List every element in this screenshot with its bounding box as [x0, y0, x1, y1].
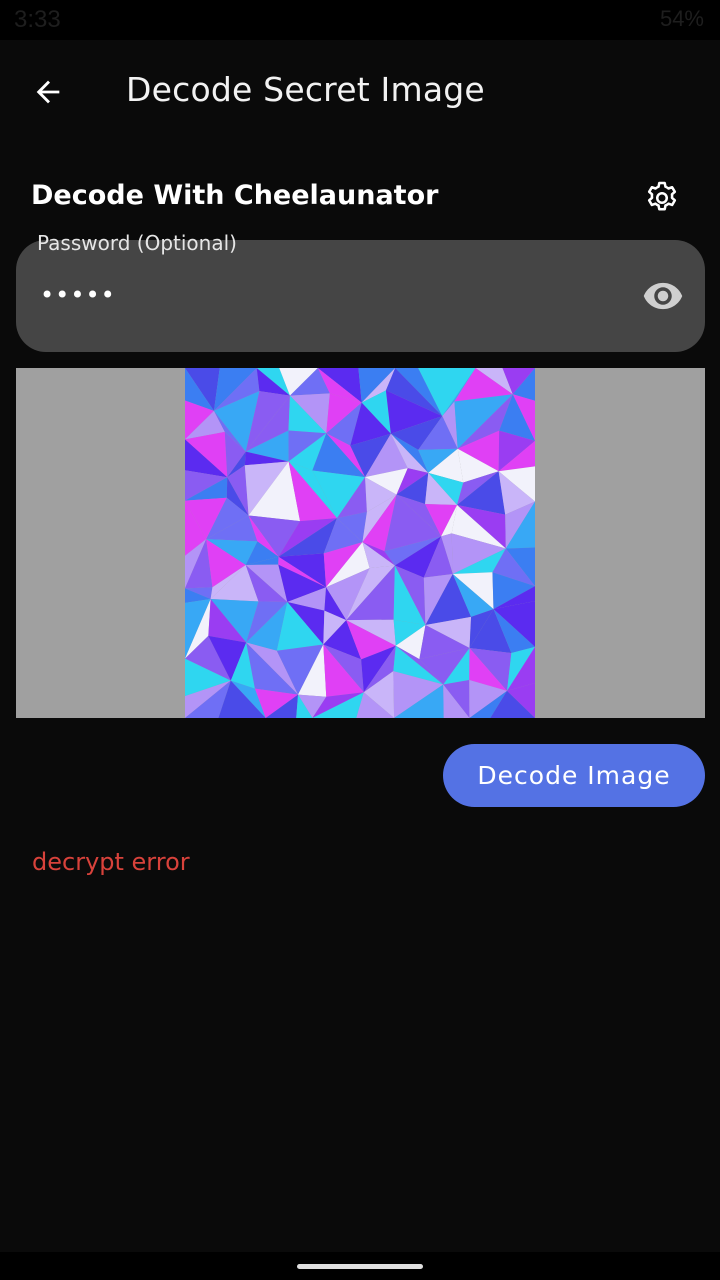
- status-time: 3:33: [14, 6, 61, 33]
- password-label: Password (Optional): [37, 231, 237, 255]
- back-button[interactable]: [18, 62, 78, 122]
- settings-button[interactable]: [638, 174, 686, 222]
- password-input[interactable]: [38, 280, 602, 310]
- decode-image-button[interactable]: Decode Image: [443, 744, 705, 807]
- page-title: Decode Secret Image: [126, 70, 485, 109]
- toggle-visibility-button[interactable]: [639, 272, 687, 320]
- status-bar: 3:33 54%: [0, 0, 720, 40]
- arrow-left-icon: [36, 80, 60, 104]
- section-title: Decode With Cheelaunator: [31, 180, 439, 211]
- app-bar: Decode Secret Image: [0, 40, 720, 144]
- error-message: decrypt error: [32, 848, 190, 876]
- password-field[interactable]: [16, 240, 705, 352]
- home-handle[interactable]: [297, 1264, 423, 1269]
- selected-image: [185, 368, 535, 718]
- image-preview[interactable]: [16, 368, 705, 718]
- status-battery: 54%: [659, 6, 704, 31]
- navigation-bar: [0, 1252, 720, 1280]
- eye-icon: [643, 282, 683, 310]
- gear-icon: [647, 181, 677, 211]
